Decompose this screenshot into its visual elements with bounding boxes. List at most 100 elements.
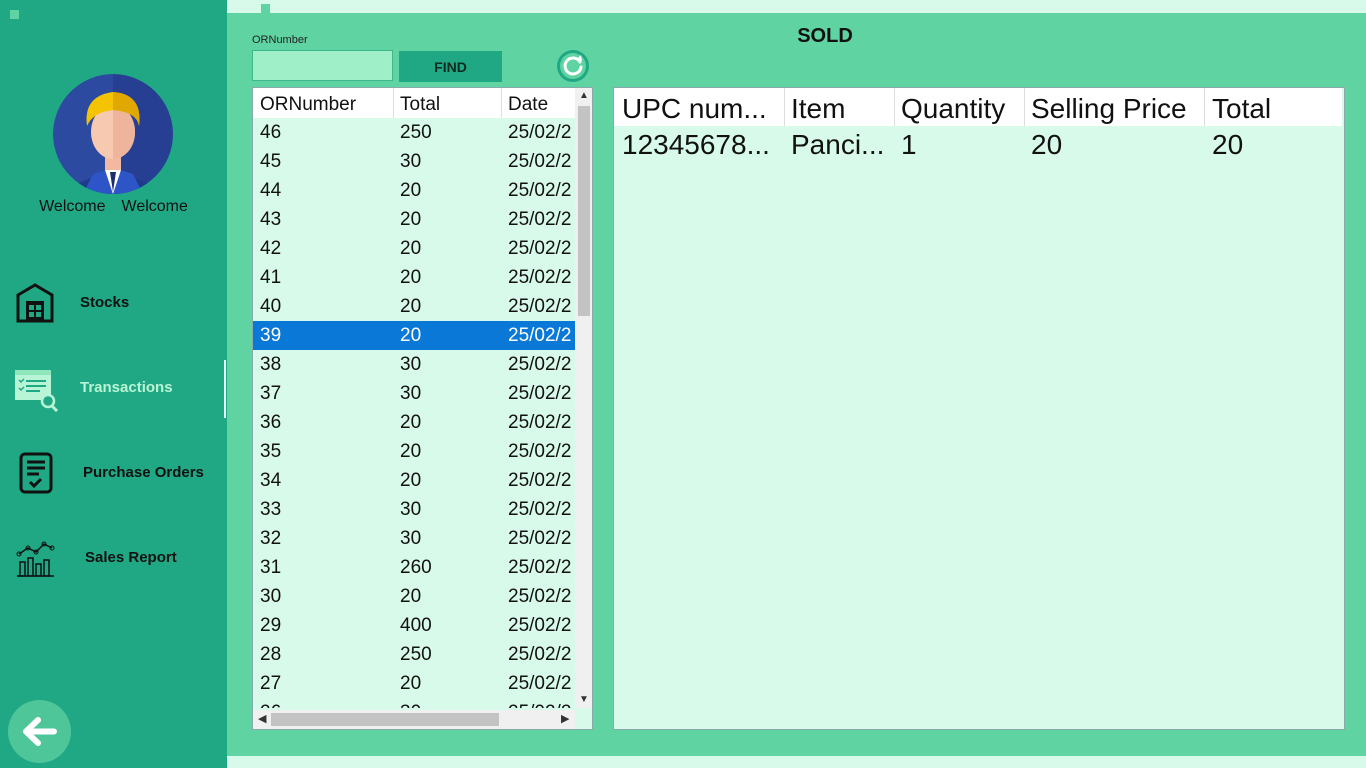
table-row[interactable]: 30 20 25/02/2 xyxy=(253,582,575,611)
column-divider xyxy=(393,88,394,118)
table-row[interactable]: 34 20 25/02/2 xyxy=(253,466,575,495)
cell-ornumber: 35 xyxy=(260,441,282,462)
table-header: ORNumber Total Date xyxy=(253,88,575,118)
scrollbar-thumb[interactable] xyxy=(578,106,590,316)
sidebar-item-label: Purchase Orders xyxy=(83,464,204,481)
arrow-left-icon xyxy=(23,717,57,746)
cell-ornumber: 44 xyxy=(260,180,282,201)
cell-total: 20 xyxy=(400,441,422,462)
cell-total: 20 xyxy=(400,209,422,230)
scroll-right-arrow-icon[interactable]: ▶ xyxy=(561,712,569,725)
cell-total: 20 xyxy=(1212,129,1244,160)
clipboard-check-icon xyxy=(14,451,58,495)
bar-chart-icon xyxy=(14,536,58,580)
table-row[interactable]: 29 400 25/02/2 xyxy=(253,611,575,640)
table-row[interactable]: 46 250 25/02/2 xyxy=(253,118,575,147)
sidebar-item-label: Transactions xyxy=(80,379,173,396)
table-row[interactable]: 32 30 25/02/2 xyxy=(253,524,575,553)
cell-ornumber: 26 xyxy=(260,702,281,708)
sold-items-table[interactable]: UPC num... Item Quantity Selling Price T… xyxy=(613,87,1345,730)
cell-ornumber: 34 xyxy=(260,470,282,491)
find-button[interactable]: FIND xyxy=(399,51,502,82)
cell-total: 20 xyxy=(400,412,422,433)
cell-total: 250 xyxy=(400,122,432,143)
table-row[interactable]: 38 30 25/02/2 xyxy=(253,350,575,379)
table-row[interactable]: 26 30 25/02/2 xyxy=(253,698,575,708)
column-header-upc[interactable]: UPC num... xyxy=(622,93,767,125)
cell-ornumber: 37 xyxy=(260,383,282,404)
table-row[interactable]: 37 30 25/02/2 xyxy=(253,379,575,408)
welcome-user-label: Welcome xyxy=(121,198,188,215)
column-header-total[interactable]: Total xyxy=(400,94,440,116)
cell-ornumber: 29 xyxy=(260,615,282,636)
cell-total: 20 xyxy=(400,267,422,288)
table-row[interactable]: 31 260 25/02/2 xyxy=(253,553,575,582)
cell-date: 25/02/2 xyxy=(508,151,572,172)
cell-date: 25/02/2 xyxy=(508,325,572,346)
receipt-search-icon xyxy=(14,366,59,413)
column-divider xyxy=(501,88,502,118)
cell-date: 25/02/2 xyxy=(508,296,572,317)
table-row[interactable]: 35 20 25/02/2 xyxy=(253,437,575,466)
cell-ornumber: 43 xyxy=(260,209,282,230)
cell-total: 20 xyxy=(400,325,422,346)
vertical-scrollbar[interactable]: ▲ ▼ xyxy=(575,88,592,708)
table-row[interactable]: 28 250 25/02/2 xyxy=(253,640,575,669)
cell-ornumber: 45 xyxy=(260,151,282,172)
welcome-label: Welcome xyxy=(39,198,106,215)
sidebar-item-purchase-orders[interactable]: Purchase Orders xyxy=(0,443,227,503)
cell-selling-price: 20 xyxy=(1031,129,1063,160)
welcome-text: Welcome Welcome xyxy=(0,198,227,216)
column-header-date[interactable]: Date xyxy=(508,94,548,116)
sidebar-item-stocks[interactable]: Stocks xyxy=(0,273,227,333)
back-button[interactable] xyxy=(8,700,71,763)
column-header-quantity[interactable]: Quantity xyxy=(901,93,1005,125)
column-header-total[interactable]: Total xyxy=(1212,93,1271,125)
cell-ornumber: 42 xyxy=(260,238,282,259)
cell-total: 20 xyxy=(400,586,422,607)
horizontal-scrollbar[interactable]: ◀ ▶ xyxy=(253,710,575,729)
cell-date: 25/02/2 xyxy=(508,238,572,259)
cell-ornumber: 40 xyxy=(260,296,282,317)
table-row[interactable]: 27 20 25/02/2 xyxy=(253,669,575,698)
cell-total: 30 xyxy=(400,499,422,520)
column-header-ornumber[interactable]: ORNumber xyxy=(260,94,356,116)
cell-total: 20 xyxy=(400,470,422,491)
sidebar-item-sales-report[interactable]: Sales Report xyxy=(0,528,227,588)
column-header-selling-price[interactable]: Selling Price xyxy=(1031,93,1187,125)
cell-total: 20 xyxy=(400,180,422,201)
refresh-icon xyxy=(560,53,586,79)
bottom-strip xyxy=(227,756,1366,768)
table-row[interactable]: 33 30 25/02/2 xyxy=(253,495,575,524)
table-row[interactable]: 44 20 25/02/2 xyxy=(253,176,575,205)
cell-ornumber: 28 xyxy=(260,644,282,665)
cell-total: 30 xyxy=(400,528,422,549)
scroll-up-arrow-icon[interactable]: ▲ xyxy=(575,90,592,101)
ornumber-search-input[interactable] xyxy=(252,50,393,81)
table-row[interactable]: 42 20 25/02/2 xyxy=(253,234,575,263)
cell-date: 25/02/2 xyxy=(508,412,572,433)
table-row[interactable]: 12345678... Panci... 1 20 20 xyxy=(614,128,1342,164)
top-strip xyxy=(227,0,1366,13)
avatar xyxy=(53,74,173,194)
cell-total: 400 xyxy=(400,615,432,636)
table-row[interactable]: 39 20 25/02/2 xyxy=(253,321,575,350)
cell-date: 25/02/2 xyxy=(508,209,572,230)
cell-ornumber: 36 xyxy=(260,412,282,433)
refresh-button[interactable] xyxy=(557,50,589,82)
sidebar-item-transactions[interactable]: Transactions xyxy=(0,358,227,418)
table-row[interactable]: 36 20 25/02/2 xyxy=(253,408,575,437)
table-row[interactable]: 45 30 25/02/2 xyxy=(253,147,575,176)
table-row[interactable]: 40 20 25/02/2 xyxy=(253,292,575,321)
sidebar: Welcome Welcome Stocks Transactions Purc… xyxy=(0,0,227,768)
cell-date: 25/02/2 xyxy=(508,267,572,288)
scroll-left-arrow-icon[interactable]: ◀ xyxy=(258,712,266,725)
scrollbar-thumb[interactable] xyxy=(271,713,499,726)
transactions-table[interactable]: ORNumber Total Date 46 250 25/02/2 45 30 25/0… xyxy=(252,87,593,730)
table-row[interactable]: 41 20 25/02/2 xyxy=(253,263,575,292)
page-title: SOLD xyxy=(797,25,853,47)
cell-date: 25/02/2 xyxy=(508,499,572,520)
table-row[interactable]: 43 20 25/02/2 xyxy=(253,205,575,234)
scroll-down-arrow-icon[interactable]: ▼ xyxy=(575,694,592,705)
column-header-item[interactable]: Item xyxy=(791,93,845,125)
